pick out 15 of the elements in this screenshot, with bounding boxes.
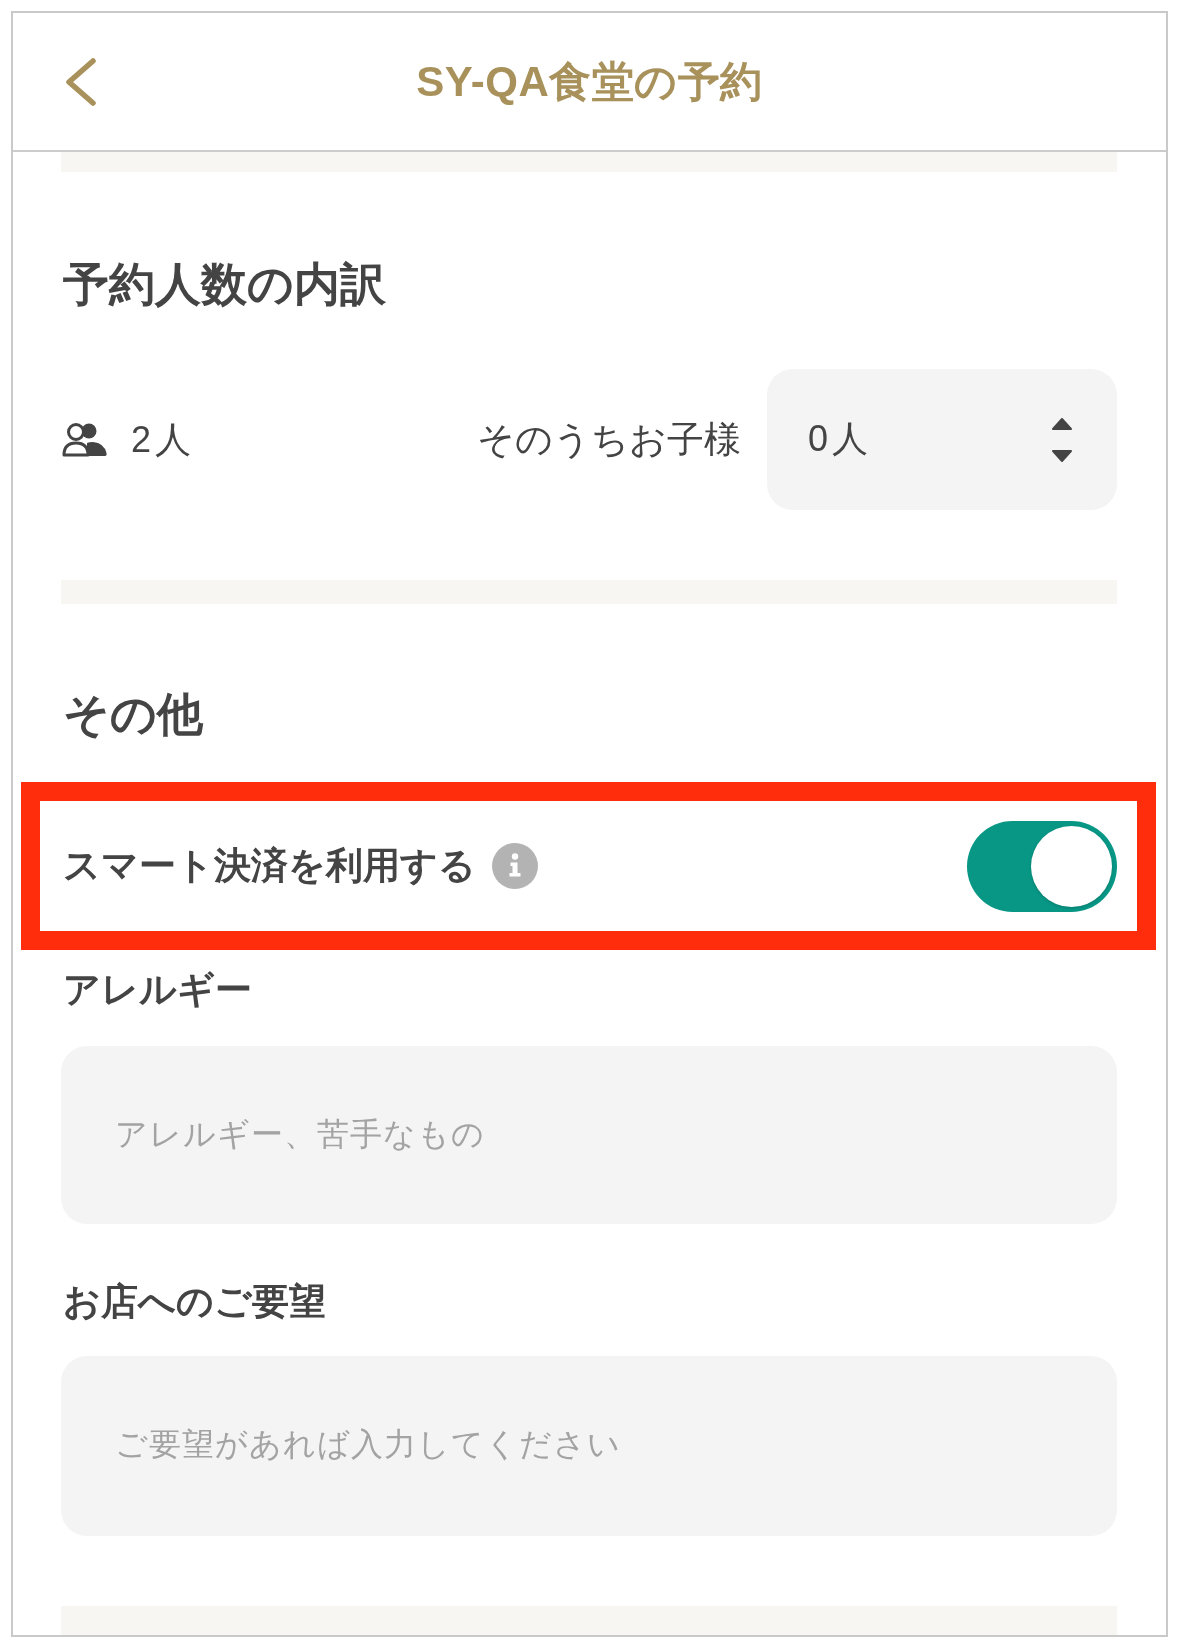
info-icon[interactable] (492, 843, 538, 889)
field-label: アレルギー (63, 968, 252, 1012)
two-people-icon (61, 421, 107, 458)
text-area-field[interactable]: アレルギー、苦手なもの (61, 1046, 1117, 1224)
field-label: お店へのご要望 (63, 1280, 326, 1324)
up-down-caret-icon (1051, 416, 1073, 463)
section-heading: 予約人数の内訳 (63, 257, 386, 312)
children-count-select[interactable]: 0人 (767, 369, 1117, 510)
page-title: SY-QA食堂の予約 (416, 56, 763, 107)
chevron-left-icon[interactable] (65, 57, 97, 106)
option-label: スマート決済を利用する (63, 844, 476, 888)
text-area-field[interactable]: ご要望があれば入力してください (61, 1356, 1117, 1536)
section-heading: その他 (63, 687, 203, 742)
field-label: そのうちお子様 (477, 417, 741, 462)
party-size-text: 2人 (131, 417, 196, 462)
